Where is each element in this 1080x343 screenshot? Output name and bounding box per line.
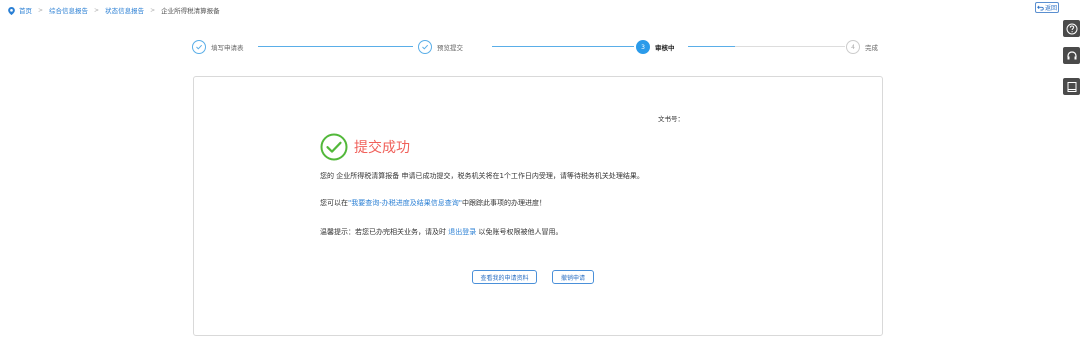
breadcrumb-separator: > bbox=[94, 6, 100, 14]
service-tool-button[interactable] bbox=[1063, 47, 1080, 64]
step-label: 审核中 bbox=[655, 44, 675, 52]
check-icon bbox=[418, 40, 432, 54]
breadcrumb: 首页 > 综合信息报告 > 状态信息报告 > 企业所得税清算报备 bbox=[8, 4, 220, 16]
step-label: 完成 bbox=[865, 44, 878, 52]
tracking-suffix: 中跟踪此事项的办理进度！ bbox=[461, 199, 546, 207]
step-complete: 4 完成 bbox=[846, 39, 878, 55]
step-fill-form: 填写申请表 bbox=[192, 39, 244, 55]
success-check-icon bbox=[320, 133, 348, 161]
book-icon bbox=[1067, 81, 1076, 92]
success-title: 提交成功 bbox=[354, 140, 410, 156]
cancel-application-button[interactable]: 撤销申请 bbox=[552, 270, 594, 284]
step-label: 预览提交 bbox=[437, 44, 463, 52]
step-connector bbox=[688, 46, 845, 47]
back-button[interactable]: 返回 bbox=[1035, 2, 1059, 13]
back-button-label: 返回 bbox=[1044, 5, 1057, 12]
step-connector bbox=[492, 46, 634, 47]
step-number: 3 bbox=[636, 40, 650, 54]
tip-suffix: 以免账号权限被他人冒用。 bbox=[476, 228, 563, 236]
breadcrumb-status[interactable]: 状态信息报告 bbox=[105, 5, 144, 15]
logout-tip: 温馨提示：若您已办完相关业务，请及时 退出登录 以免账号权限被他人冒用。 bbox=[320, 227, 562, 237]
step-number: 4 bbox=[846, 40, 860, 54]
view-application-button[interactable]: 查看我的申请资料 bbox=[472, 270, 537, 284]
breadcrumb-current: 企业所得税清算报备 bbox=[161, 7, 220, 15]
breadcrumb-separator: > bbox=[38, 6, 44, 14]
question-icon bbox=[1066, 23, 1077, 34]
query-progress-link[interactable]: "我要查询-办税进度及结果信息查询" bbox=[348, 199, 462, 207]
result-card: 文书号： 提交成功 您的 企业所得税清算报备 申请已成功提交，税务机关将在1个工… bbox=[193, 76, 883, 336]
help-tool-button[interactable] bbox=[1063, 20, 1080, 37]
guide-tool-button[interactable] bbox=[1063, 78, 1080, 95]
document-number-label: 文书号： bbox=[658, 115, 684, 123]
step-connector bbox=[258, 46, 413, 47]
back-arrow-icon bbox=[1037, 5, 1044, 11]
step-preview-submit: 预览提交 bbox=[418, 39, 463, 55]
step-reviewing: 3 审核中 bbox=[636, 39, 675, 55]
tracking-prefix: 您可以在 bbox=[320, 199, 348, 207]
location-pin-icon bbox=[8, 6, 15, 15]
check-icon bbox=[192, 40, 206, 54]
submission-message: 您的 企业所得税清算报备 申请已成功提交，税务机关将在1个工作日内受理，请等待税… bbox=[320, 172, 644, 180]
breadcrumb-home[interactable]: 首页 bbox=[19, 5, 32, 15]
tracking-message: 您可以在"我要查询-办税进度及结果信息查询"中跟踪此事项的办理进度！ bbox=[320, 198, 546, 208]
step-label: 填写申请表 bbox=[211, 44, 244, 52]
tip-prefix: 温馨提示：若您已办完相关业务，请及时 bbox=[320, 228, 449, 236]
success-header: 提交成功 bbox=[320, 133, 410, 161]
logout-link[interactable]: 退出登录 bbox=[448, 228, 476, 236]
breadcrumb-comprehensive[interactable]: 综合信息报告 bbox=[49, 5, 88, 15]
progress-stepper: 填写申请表 预览提交 3 审核中 4 完成 bbox=[190, 39, 890, 55]
headset-icon bbox=[1066, 50, 1077, 59]
breadcrumb-separator: > bbox=[150, 6, 156, 14]
